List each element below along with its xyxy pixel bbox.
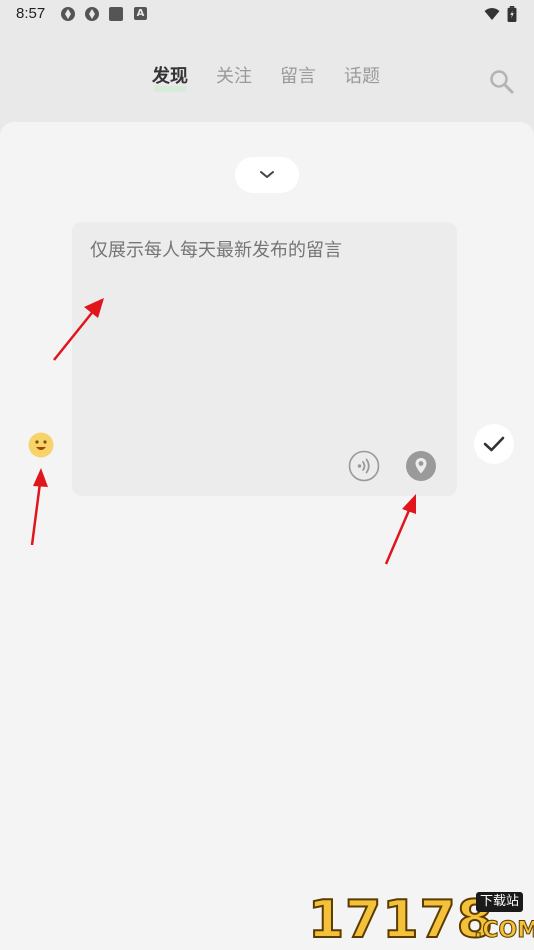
location-icon [406,451,436,481]
tab-label: 发现 [152,66,188,87]
tab-label: 关注 [216,66,252,87]
status-time: 8:57 [16,5,46,22]
search-button[interactable] [488,68,516,96]
watermark-digits: 17178 [307,890,494,950]
emoji-icon [28,432,54,458]
watermark-badge: 下载站 [476,892,524,912]
battery-icon [507,6,517,22]
keyboard-a-icon: A [134,7,147,20]
app-square-icon [109,7,123,21]
watermark-suffix: .COM [473,918,534,944]
top-nav: 发现 关注 留言 话题 [0,40,534,112]
tab-following[interactable]: 关注 [216,62,252,88]
tab-label: 留言 [280,66,316,87]
collapse-button[interactable] [235,157,299,193]
check-icon [483,436,505,452]
tab-topics[interactable]: 话题 [344,62,380,88]
status-bar: 8:57 A [0,0,534,28]
voice-button[interactable] [348,450,380,482]
submit-button[interactable] [474,424,514,464]
tab-discover[interactable]: 发现 [152,62,188,92]
wifi-icon [484,8,500,20]
compose-sheet [0,122,534,950]
message-input[interactable] [90,240,430,261]
message-editor [72,222,457,496]
search-icon [490,70,514,94]
emoji-button[interactable] [27,431,55,459]
voice-icon [348,450,380,482]
tab-label: 话题 [344,66,380,87]
tab-messages[interactable]: 留言 [280,62,316,88]
location-button[interactable] [405,450,437,482]
app-shutter-icon [85,7,99,21]
chevron-down-icon [260,171,274,178]
app-shutter-icon [61,7,75,21]
watermark-logo: 17178 下载站 .COM [307,888,534,950]
